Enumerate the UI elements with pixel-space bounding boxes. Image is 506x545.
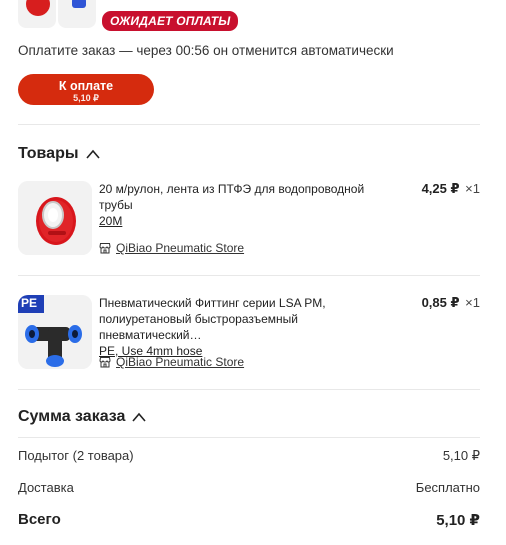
total-label: Всего	[18, 511, 61, 528]
countdown-text: Оплатите заказ — через 00:56 он отменитс…	[18, 43, 394, 58]
order-thumbnails	[18, 0, 96, 28]
product-title[interactable]: 20 м/рулон, лента из ПТФЭ для водопровод…	[99, 181, 389, 229]
chevron-up-icon	[85, 149, 100, 159]
product-title[interactable]: Пневматический Фиттинг серии LSA PM, пол…	[99, 295, 389, 359]
store-icon	[99, 357, 111, 368]
total-value: 5,10 ₽	[436, 512, 480, 529]
subtotal-value: 5,10 ₽	[442, 448, 480, 463]
product-price: 0,85 ₽ ×1	[422, 295, 480, 311]
delivery-label: Доставка	[18, 480, 74, 495]
total-row: Всего 5,10 ₽	[18, 511, 480, 529]
store-link[interactable]: QiBiao Pneumatic Store	[99, 241, 244, 255]
pay-button[interactable]: К оплате 5,10 ₽	[18, 74, 154, 105]
divider	[18, 275, 480, 276]
product-image-tape[interactable]	[18, 181, 92, 255]
store-link[interactable]: QiBiao Pneumatic Store	[99, 355, 244, 369]
store-icon	[99, 243, 111, 254]
product-title-text: Пневматический Фиттинг серии LSA PM, пол…	[99, 296, 326, 342]
product-item[interactable]: 20 м/рулон, лента из ПТФЭ для водопровод…	[18, 181, 480, 259]
pay-button-amount: 5,10 ₽	[73, 93, 99, 103]
divider	[18, 389, 480, 390]
quantity: ×1	[465, 181, 480, 196]
products-section-title: Товары	[18, 145, 79, 162]
delivery-row: Доставка Бесплатно	[18, 480, 480, 495]
price-value: 4,25 ₽	[421, 181, 460, 196]
product-price: 4,25 ₽ ×1	[422, 181, 480, 197]
product-item[interactable]: PE Пневматический Фиттинг серии LSA PM, …	[18, 295, 480, 373]
subtotal-label: Подытог (2 товара)	[18, 448, 134, 463]
pay-button-label: К оплате	[58, 79, 114, 93]
divider	[18, 437, 480, 438]
status-badge: ОЖИДАЕТ ОПЛАТЫ	[102, 11, 239, 31]
quantity: ×1	[465, 295, 480, 310]
divider	[18, 124, 480, 125]
summary-section-toggle[interactable]: Сумма заказа	[18, 408, 147, 426]
product-title-text: 20 м/рулон, лента из ПТФЭ для водопровод…	[99, 182, 365, 212]
chevron-up-icon	[132, 412, 147, 422]
order-thumb-fitting[interactable]	[58, 0, 96, 28]
order-thumb-tape[interactable]	[18, 0, 56, 28]
store-name: QiBiao Pneumatic Store	[116, 241, 245, 255]
summary-section-title: Сумма заказа	[18, 408, 126, 425]
products-section-toggle[interactable]: Товары	[18, 145, 101, 163]
store-name: QiBiao Pneumatic Store	[116, 355, 245, 369]
price-value: 0,85 ₽	[421, 295, 460, 310]
product-image-fitting[interactable]: PE	[18, 295, 92, 369]
subtotal-row: Подытог (2 товара) 5,10 ₽	[18, 448, 480, 464]
delivery-value: Бесплатно	[415, 480, 480, 495]
product-variant-link[interactable]: 20M	[99, 214, 122, 228]
product-thumb-badge: PE	[21, 296, 38, 310]
